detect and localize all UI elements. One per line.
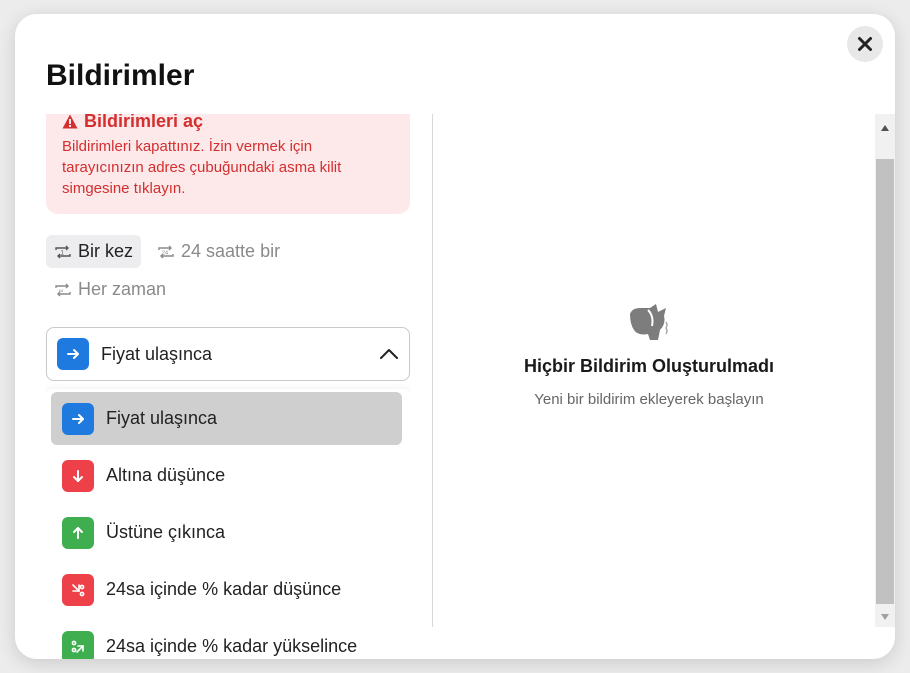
frequency-24h-label: 24 saatte bir (181, 241, 281, 261)
alert-message: Bildirimleri kapattınız. İzin vermek içi… (62, 138, 342, 197)
repeat-infinite-icon: ∞ (55, 283, 71, 296)
scroll-up-button[interactable] (875, 118, 895, 138)
empty-state-subtitle: Yeni bir bildirim ekleyerek başlayın (534, 391, 764, 408)
modal-title: Bildirimler (46, 59, 195, 92)
condition-option-label: 24sa içinde % kadar düşünce (106, 579, 342, 599)
notifications-modal: Bildirimler Bildirimleri aç Bildirimleri… (15, 14, 895, 659)
arrow-right-icon (57, 338, 89, 370)
condition-option-label: Üstüne çıkınca (106, 522, 226, 542)
chevron-up-icon (380, 349, 398, 359)
svg-text:24: 24 (162, 250, 168, 256)
condition-dropdown: Fiyat ulaşınca Altına düşünce Üstüne çık… (46, 389, 410, 659)
frequency-once[interactable]: 1 Bir kez (46, 235, 142, 268)
arrow-up-icon (62, 516, 94, 549)
empty-state-title: Hiçbir Bildirim Oluşturulmadı (523, 356, 775, 376)
frequency-once-label: Bir kez (78, 241, 134, 261)
warning-icon (62, 114, 78, 128)
frequency-row-2: ∞ Her zaman (46, 273, 174, 306)
repeat-24-icon: 24 (158, 245, 174, 258)
percent-down-icon (62, 573, 94, 606)
condition-option-falls-below[interactable]: Altına düşünce (51, 449, 402, 502)
frequency-24h[interactable]: 24 24 saatte bir (149, 235, 288, 268)
scroll-thumb[interactable] (876, 159, 894, 604)
close-button[interactable] (847, 26, 883, 62)
condition-option-percent-drop[interactable]: 24sa içinde % kadar düşünce (51, 563, 402, 616)
condition-option-label: 24sa içinde % kadar yükselince (106, 636, 358, 656)
close-icon (858, 37, 872, 51)
condition-option-price-reaches[interactable]: Fiyat ulaşınca (51, 392, 402, 445)
percent-up-icon (62, 630, 94, 659)
scroll-down-arrow-icon (881, 614, 889, 620)
condition-option-percent-rise[interactable]: 24sa içinde % kadar yükselince (51, 620, 402, 659)
frequency-always-label: Her zaman (78, 279, 167, 299)
empty-state: Hiçbir Bildirim Oluşturulmadı Yeni bir b… (433, 304, 865, 408)
svg-text:∞: ∞ (59, 288, 63, 294)
notifications-disabled-alert: Bildirimleri aç Bildirimleri kapattınız.… (46, 114, 410, 214)
arrow-down-icon (62, 459, 94, 492)
arrow-right-icon (62, 402, 94, 435)
condition-select-value: Fiyat ulaşınca (101, 343, 213, 364)
frequency-row-1: 1 Bir kez 24 24 saatte bir (46, 235, 288, 268)
condition-select[interactable]: Fiyat ulaşınca (46, 327, 410, 381)
scroll-down-button[interactable] (875, 607, 895, 627)
repeat-once-icon: 1 (55, 245, 71, 258)
frequency-always[interactable]: ∞ Her zaman (46, 273, 174, 306)
alert-settings-panel: Bildirimleri aç Bildirimleri kapattınız.… (46, 114, 410, 659)
condition-option-rises-above[interactable]: Üstüne çıkınca (51, 506, 402, 559)
alert-heading-text: Bildirimleri aç (84, 114, 204, 131)
scrollbar[interactable] (875, 114, 895, 627)
condition-option-label: Fiyat ulaşınca (106, 408, 218, 428)
alert-heading: Bildirimleri aç (62, 114, 394, 132)
scroll-up-arrow-icon (881, 125, 889, 131)
condition-option-label: Altına düşünce (106, 465, 226, 485)
empty-notification-icon (630, 304, 668, 340)
